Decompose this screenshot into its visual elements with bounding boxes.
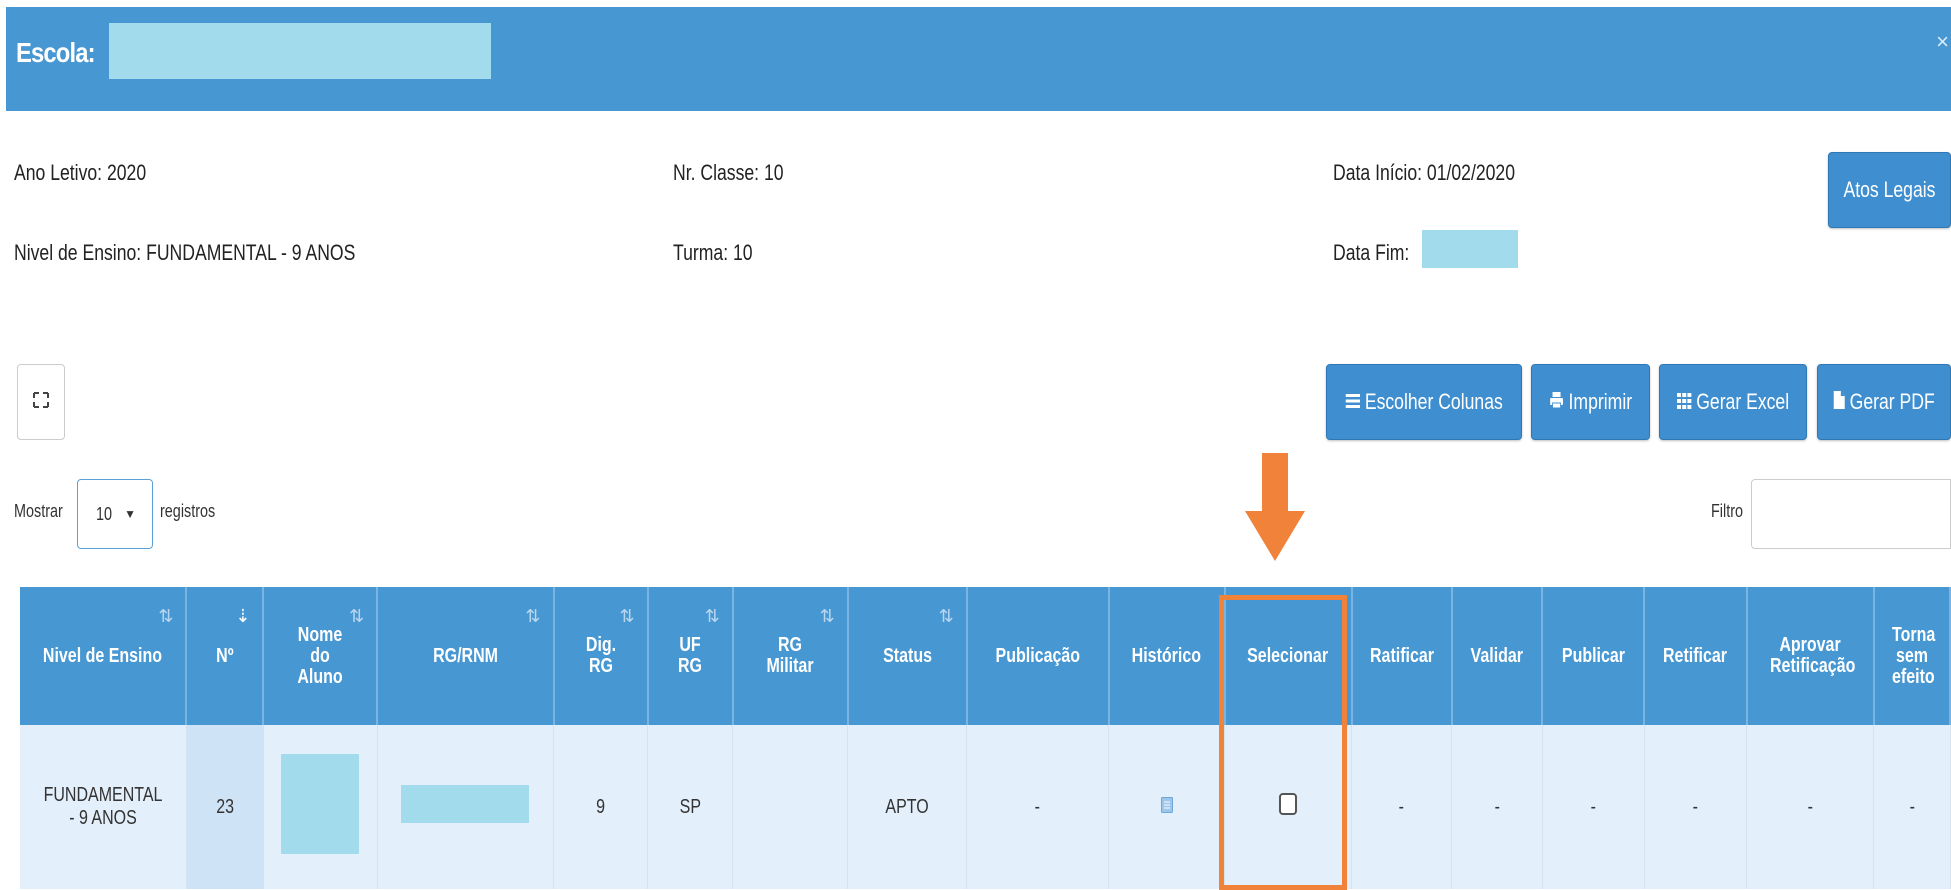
- cell-rg-militar: [732, 725, 849, 889]
- filtro-label: Filtro: [1711, 501, 1743, 521]
- cell-historico: [1108, 725, 1226, 889]
- col-historico: Histórico: [1108, 587, 1226, 725]
- sort-icon: ⇅: [525, 606, 541, 626]
- filter-input[interactable]: [1751, 479, 1951, 549]
- nivel-ensino: Nivel de Ensino: FUNDAMENTAL - 9 ANOS: [14, 240, 356, 265]
- cell-publicar: -: [1542, 725, 1645, 889]
- col-rg-militar[interactable]: RG Militar ⇅: [732, 587, 849, 725]
- cell-ratificar: -: [1351, 725, 1453, 889]
- imprimir-button[interactable]: Imprimir: [1531, 364, 1650, 440]
- col-publicacao: Publicação: [966, 587, 1110, 725]
- data-fim-label: Data Fim:: [1333, 240, 1410, 265]
- redacted-school-name: [109, 23, 491, 79]
- col-nome-aluno[interactable]: Nome do Aluno ⇅: [263, 587, 379, 725]
- cell-dig-rg: 9: [553, 725, 649, 889]
- fullscreen-button[interactable]: [17, 364, 65, 440]
- students-table: Nivel de Ensino ⇅ Nº ⇣ Nome do Aluno ⇅ RG/R…: [20, 587, 1951, 889]
- page-size-value: 10: [96, 503, 113, 524]
- col-aprovar-retificacao: Aprovar Retificação: [1746, 587, 1875, 725]
- atos-legais-label: Atos Legais: [1843, 177, 1936, 202]
- escolher-colunas-label: Escolher Colunas: [1364, 389, 1503, 414]
- ano-letivo: Ano Letivo: 2020: [14, 160, 147, 185]
- arrow-down-icon: [1245, 453, 1305, 561]
- sort-icon: ⇅: [619, 606, 635, 626]
- col-nivel-ensino[interactable]: Nivel de Ensino ⇅: [20, 587, 188, 725]
- cell-nivel: FUNDAMENTAL - 9 ANOS: [20, 725, 187, 889]
- registros-label: registros: [160, 501, 216, 521]
- cell-aprovar-retificacao: -: [1746, 725, 1875, 889]
- redacted-rg: [401, 785, 530, 823]
- imprimir-label: Imprimir: [1568, 389, 1632, 414]
- sort-icon: ⇅: [349, 606, 365, 626]
- atos-legais-button[interactable]: Atos Legais: [1828, 152, 1951, 228]
- gerar-excel-button[interactable]: Gerar Excel: [1659, 364, 1807, 440]
- cell-nome: [263, 725, 378, 889]
- cell-selecionar: [1224, 725, 1353, 889]
- selecionar-checkbox[interactable]: [1279, 793, 1298, 815]
- col-retificar: Retificar: [1644, 587, 1748, 725]
- expand-icon: [32, 391, 50, 414]
- cell-status: APTO: [847, 725, 968, 889]
- table-header-row: Nivel de Ensino ⇅ Nº ⇣ Nome do Aluno ⇅ RG/R…: [20, 587, 1951, 725]
- col-uf-rg[interactable]: UF RG ⇅: [647, 587, 734, 725]
- document-icon[interactable]: [1160, 796, 1173, 818]
- col-numero[interactable]: Nº ⇣: [186, 587, 265, 725]
- col-status[interactable]: Status ⇅: [847, 587, 968, 725]
- cell-uf-rg: SP: [647, 725, 734, 889]
- redacted-data-fim: [1422, 230, 1518, 268]
- cell-publicacao: -: [966, 725, 1110, 889]
- col-publicar: Publicar: [1542, 587, 1646, 725]
- file-icon: [1833, 389, 1845, 415]
- close-icon[interactable]: ×: [1936, 29, 1949, 55]
- cell-numero: 23: [186, 725, 264, 889]
- col-rg-rnm[interactable]: RG/RNM ⇅: [377, 587, 555, 725]
- table-icon: [1676, 389, 1692, 415]
- page-size-select[interactable]: 10 ▼: [77, 479, 153, 549]
- sort-icon: ⇅: [938, 606, 954, 626]
- redacted-student-name: [281, 754, 360, 854]
- cell-validar: -: [1451, 725, 1543, 889]
- sort-icon: ⇅: [819, 606, 835, 626]
- col-ratificar: Ratificar: [1351, 587, 1453, 725]
- caret-down-icon: ▼: [124, 507, 136, 521]
- school-label: Escola:: [16, 37, 96, 68]
- col-dig-rg[interactable]: Dig. RG ⇅: [553, 587, 649, 725]
- col-selecionar: Selecionar: [1224, 587, 1353, 725]
- sort-icon: ⇅: [704, 606, 720, 626]
- turma: Turma: 10: [673, 240, 753, 265]
- cell-torna-sem-efeito: -: [1873, 725, 1951, 889]
- data-inicio: Data Início: 01/02/2020: [1333, 160, 1515, 185]
- col-torna-sem-efeito: Torna sem efeito: [1873, 587, 1951, 725]
- mostrar-label: Mostrar: [14, 501, 63, 521]
- printer-icon: [1549, 389, 1563, 415]
- table-row: FUNDAMENTAL - 9 ANOS 23 9 SP APTO - - - …: [20, 725, 1951, 889]
- col-validar: Validar: [1451, 587, 1544, 725]
- cell-rg: [377, 725, 555, 889]
- gerar-excel-label: Gerar Excel: [1696, 389, 1790, 414]
- sort-icon: ⇅: [158, 606, 174, 626]
- sort-asc-icon: ⇣: [235, 606, 251, 626]
- gerar-pdf-button[interactable]: Gerar PDF: [1817, 364, 1951, 440]
- nr-classe: Nr. Classe: 10: [673, 160, 784, 185]
- list-icon: [1345, 389, 1360, 415]
- escolher-colunas-button[interactable]: Escolher Colunas: [1326, 364, 1522, 440]
- cell-retificar: -: [1644, 725, 1748, 889]
- modal-header: Escola: ×: [6, 7, 1951, 111]
- gerar-pdf-label: Gerar PDF: [1849, 389, 1935, 414]
